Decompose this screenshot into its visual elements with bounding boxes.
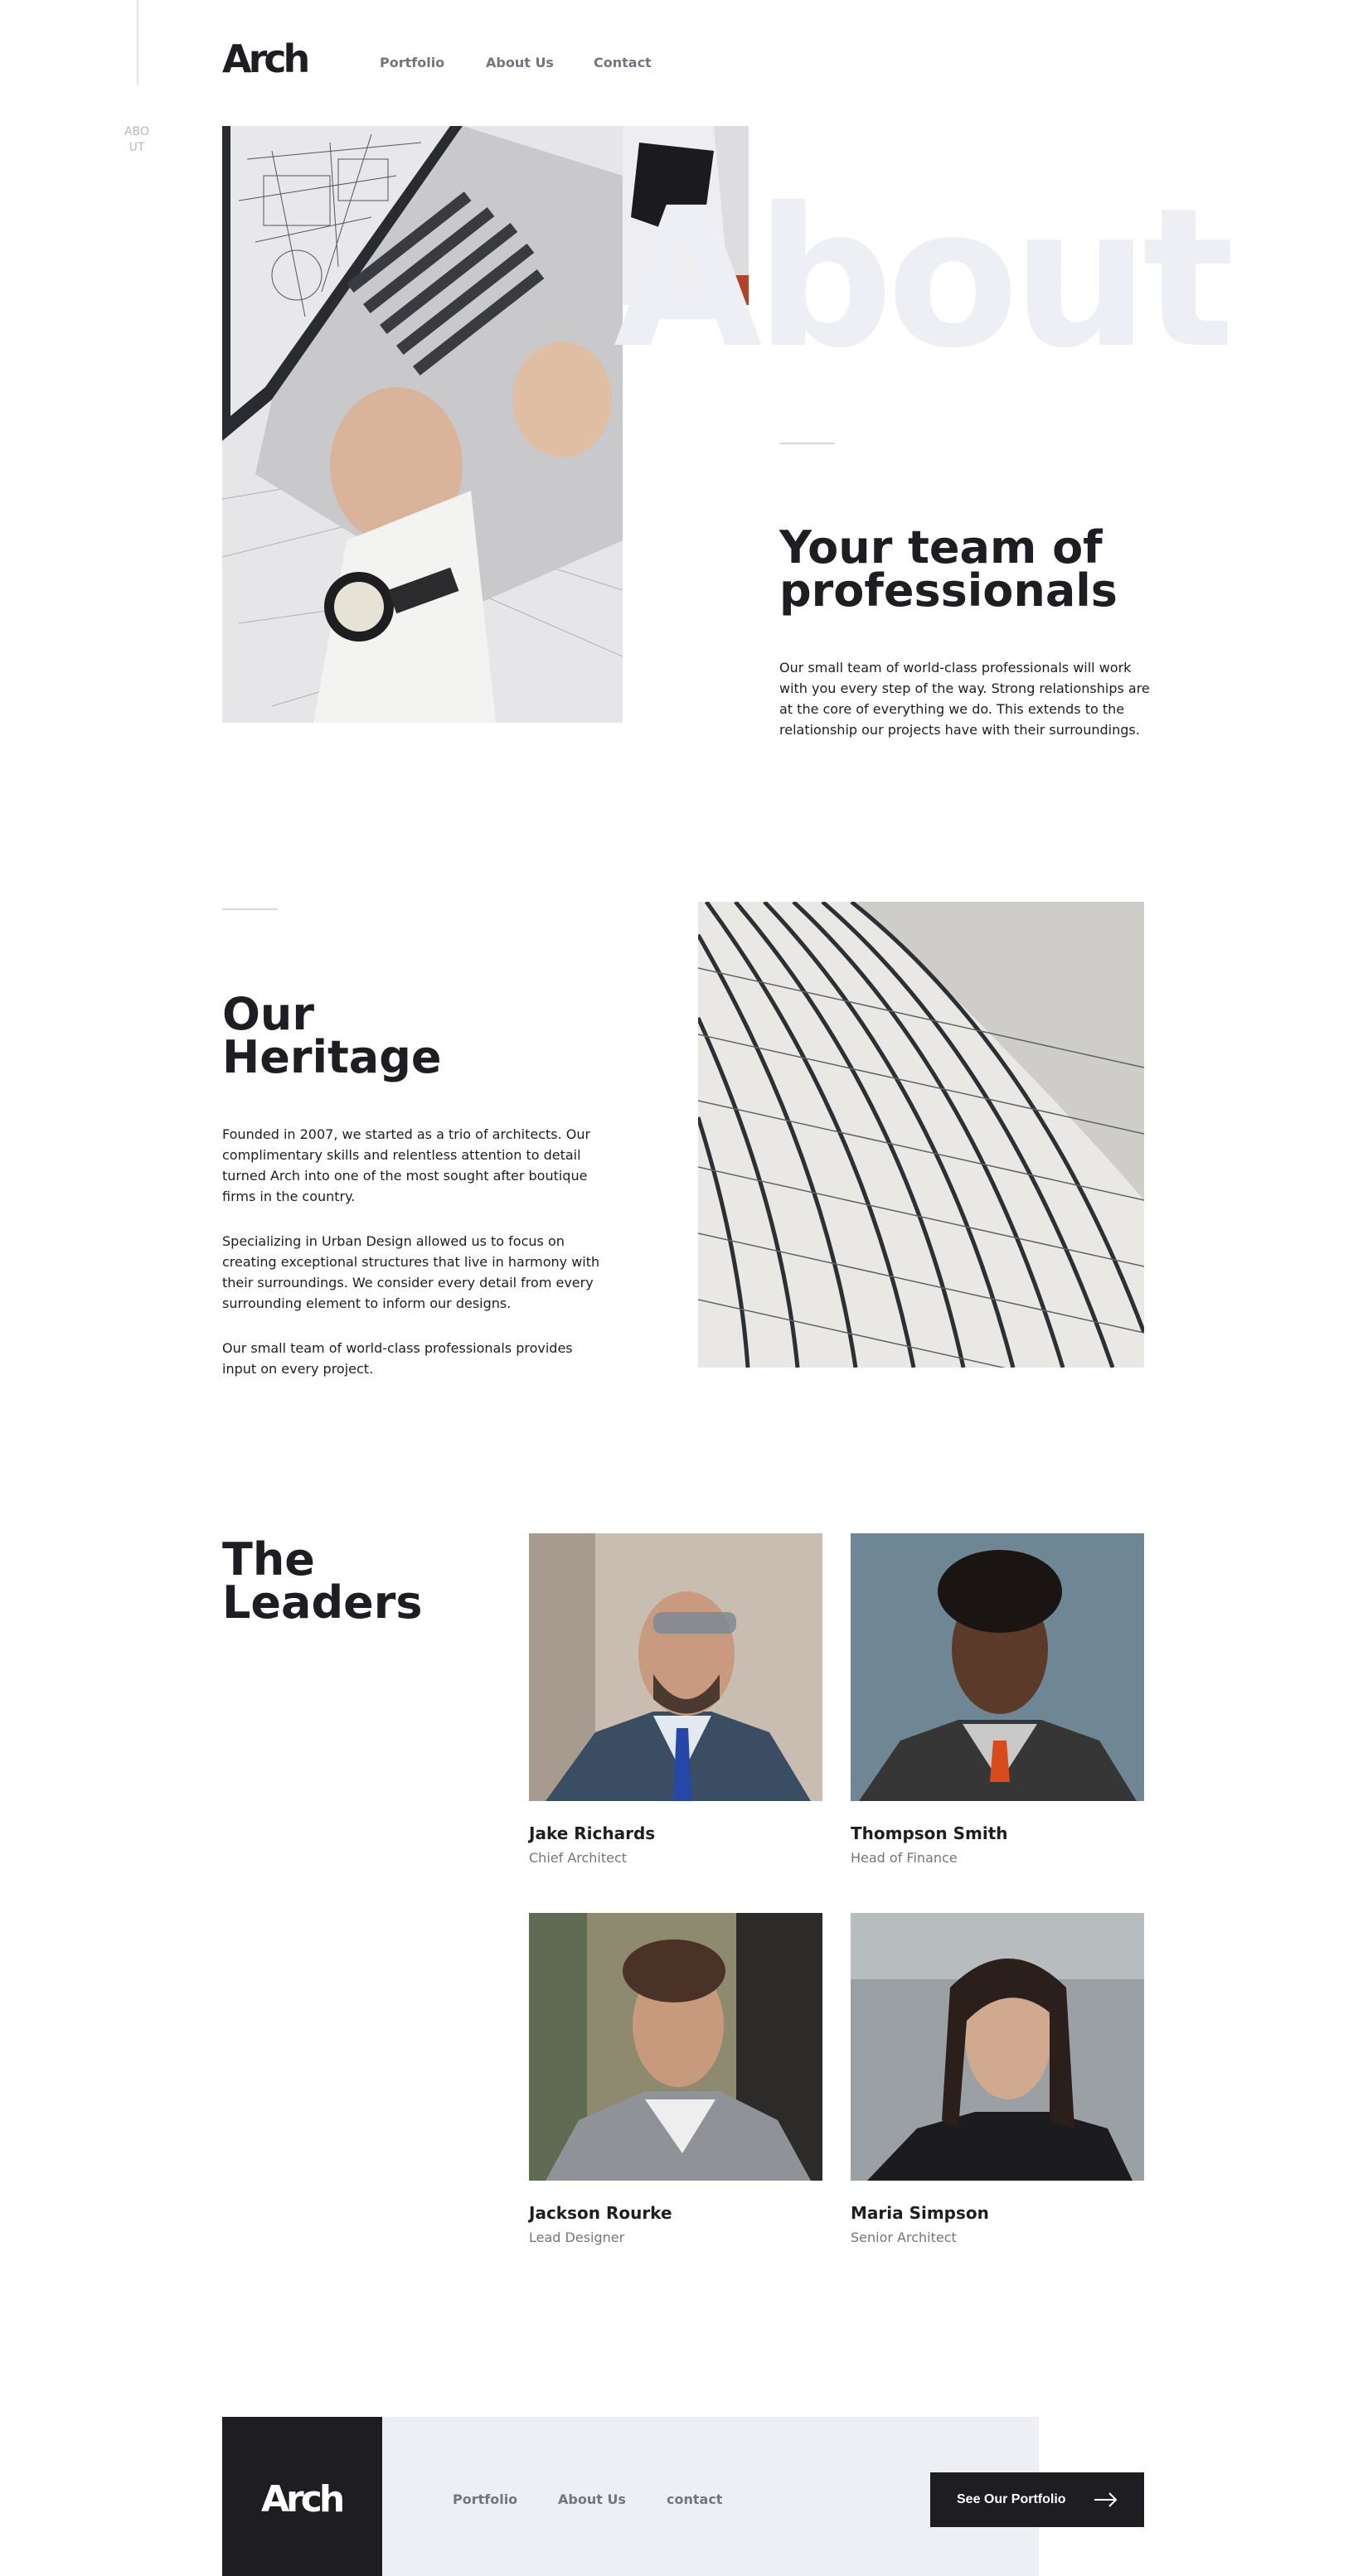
leader-photo-2[interactable] bbox=[851, 1533, 1144, 1801]
hero-title: Your team of professionals bbox=[779, 521, 1118, 617]
leader-name-3: Jackson Rourke bbox=[529, 2203, 672, 2223]
leader-portrait-1 bbox=[529, 1533, 822, 1801]
hero-title-line2: professionals bbox=[779, 564, 1118, 617]
leader-name-4: Maria Simpson bbox=[851, 2203, 989, 2223]
heritage-title: Our Heritage bbox=[222, 988, 442, 1083]
laptop-photo bbox=[222, 126, 623, 723]
footer-logo[interactable]: Arch bbox=[261, 2478, 345, 2520]
leader-name-2: Thompson Smith bbox=[851, 1823, 1008, 1843]
heritage-image bbox=[698, 902, 1144, 1368]
leader-photo-3[interactable] bbox=[529, 1913, 822, 2181]
heritage-paragraph-3: Our small team of world-class profession… bbox=[222, 1340, 573, 1377]
hero-title-line1: Your team of bbox=[779, 521, 1103, 574]
leaders-title: The Leaders bbox=[222, 1533, 423, 1629]
heritage-title-line1: Our bbox=[222, 988, 314, 1040]
leader-portrait-4 bbox=[851, 1913, 1144, 2181]
side-rail-line bbox=[137, 0, 138, 85]
leader-name-1: Jake Richards bbox=[529, 1823, 656, 1843]
footer-nav-about[interactable]: About Us bbox=[558, 2491, 626, 2507]
leader-photo-4[interactable] bbox=[851, 1913, 1144, 2181]
nav-about[interactable]: About Us bbox=[486, 55, 554, 70]
heritage-title-line2: Heritage bbox=[222, 1031, 442, 1083]
hero-text: Our small team of world-class profession… bbox=[779, 660, 1150, 738]
leaders-title-line2: Leaders bbox=[222, 1576, 423, 1629]
building-photo bbox=[698, 902, 1144, 1368]
footer-nav-contact[interactable]: contact bbox=[667, 2491, 722, 2507]
heritage-divider bbox=[222, 908, 277, 910]
hero-background-word: About bbox=[614, 167, 1234, 390]
leader-photo-1[interactable] bbox=[529, 1533, 822, 1801]
leader-portrait-2 bbox=[851, 1533, 1144, 1801]
nav-contact[interactable]: Contact bbox=[594, 55, 652, 70]
footer-nav-portfolio[interactable]: Portfolio bbox=[453, 2491, 517, 2507]
leader-role-4: Senior Architect bbox=[851, 2230, 957, 2245]
nav-portfolio[interactable]: Portfolio bbox=[380, 55, 444, 70]
leader-portrait-3 bbox=[529, 1913, 822, 2181]
arrow-right-icon bbox=[1094, 2492, 1118, 2507]
heritage-paragraph-2: Specializing in Urban Design allowed us … bbox=[222, 1233, 600, 1311]
side-section-label: ABOUT bbox=[124, 125, 149, 154]
heritage-paragraph-1: Founded in 2007, we started as a trio of… bbox=[222, 1126, 591, 1204]
hero-divider bbox=[779, 443, 834, 444]
leader-role-2: Head of Finance bbox=[851, 1850, 958, 1866]
hero-image bbox=[222, 126, 623, 723]
see-portfolio-button[interactable]: See Our Portfolio bbox=[930, 2472, 1144, 2527]
see-portfolio-label: See Our Portfolio bbox=[957, 2492, 1066, 2506]
leader-role-1: Chief Architect bbox=[529, 1850, 628, 1866]
brand-logo[interactable]: Arch bbox=[222, 36, 310, 81]
leader-role-3: Lead Designer bbox=[529, 2230, 625, 2245]
leaders-title-line1: The bbox=[222, 1533, 315, 1586]
